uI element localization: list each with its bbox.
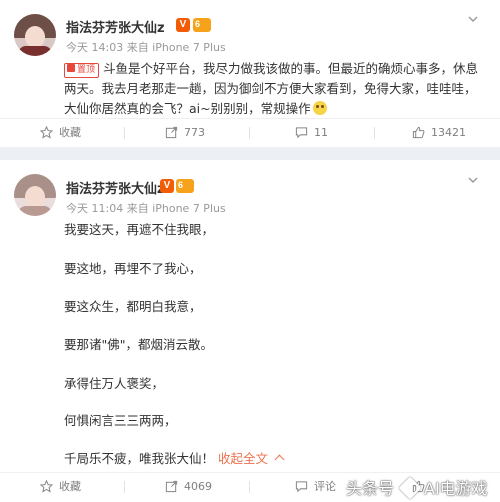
author-avatar[interactable]: [14, 14, 56, 56]
comment-icon: [295, 127, 308, 139]
poem-line: 要那诸"佛"，都烟消云散。: [64, 337, 213, 352]
chevron-down-icon[interactable]: [468, 175, 478, 185]
post-meta: 今天 11:04 来自 iPhone 7 Plus: [66, 202, 226, 215]
verified-v-icon: V: [176, 18, 190, 32]
author-avatar[interactable]: [14, 174, 56, 216]
share-icon: [165, 480, 178, 493]
poem-line: 何惧闲言三三两两，: [64, 413, 177, 428]
poem-line: 承得住万人褒奖，: [64, 376, 165, 391]
watermark: 头条号 AI电游戏: [346, 475, 488, 500]
share-button[interactable]: 773: [165, 119, 290, 147]
share-button[interactable]: 4069: [165, 473, 290, 501]
chevron-down-icon[interactable]: [468, 14, 478, 24]
verified-v-icon: V: [160, 179, 174, 193]
poem-line: 我要这天，再遮不住我眼，: [64, 222, 215, 237]
pin-icon: [67, 64, 75, 72]
like-button[interactable]: 13421: [412, 119, 500, 147]
author-name[interactable]: 指法芬芳张大仙z: [66, 17, 165, 36]
post-actions: 收藏 773 11 13421: [0, 118, 500, 147]
author-name[interactable]: 指法芬芳张大仙z: [66, 178, 165, 197]
comment-icon: [295, 481, 308, 493]
pinned-badge: 置顶: [64, 63, 100, 78]
star-icon: [40, 480, 53, 493]
feed-divider: [0, 147, 500, 160]
star-icon: [40, 126, 53, 139]
poem-line: 要这地，再埋不了我心，: [64, 261, 202, 276]
post-text: 置顶 斗鱼是个好平台，我尽力做我该做的事。但最近的确烦心事多，休息两天。我去月老那…: [64, 61, 479, 116]
chevron-up-icon: [274, 454, 285, 465]
comment-button[interactable]: 11: [295, 119, 420, 147]
emoji-icon: [312, 101, 327, 115]
collapse-full-text-link[interactable]: 收起全文: [218, 451, 285, 466]
like-icon: [412, 126, 425, 139]
weibo-post: 指法芬芳张大仙z V 6 今天 11:04 来自 iPhone 7 Plus 我…: [0, 160, 500, 502]
watermark-logo-icon: [398, 476, 422, 500]
post-meta: 今天 14:03 来自 iPhone 7 Plus: [66, 41, 226, 54]
share-icon: [165, 126, 178, 139]
vip-level-icon: 6: [193, 18, 211, 32]
poem-line: 要这众生，都明白我意，: [64, 299, 202, 314]
weibo-post-pinned: 指法芬芳张大仙z V 6 今天 14:03 来自 iPhone 7 Plus 置…: [0, 0, 500, 147]
poem-last-line: 千局乐不疲，唯我张大仙！ 收起全文: [64, 448, 285, 467]
favorite-button[interactable]: 收藏: [40, 473, 165, 501]
favorite-button[interactable]: 收藏: [40, 119, 165, 147]
vip-level-icon: 6: [176, 179, 194, 193]
